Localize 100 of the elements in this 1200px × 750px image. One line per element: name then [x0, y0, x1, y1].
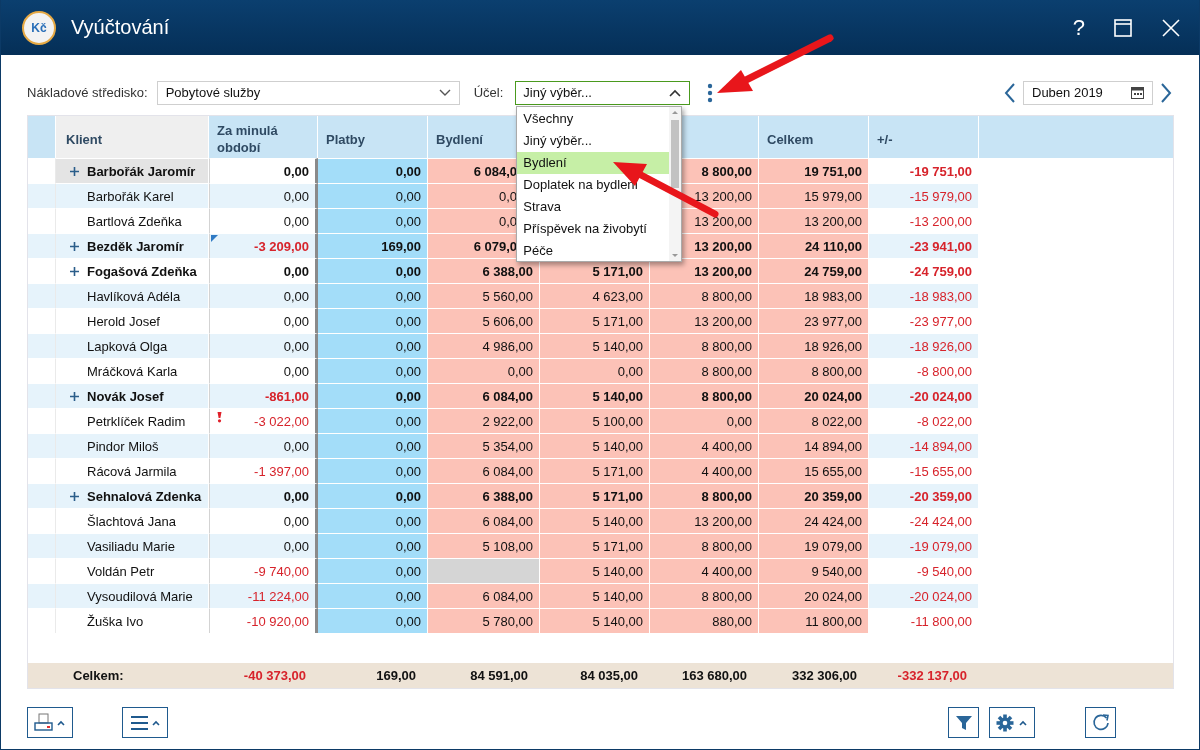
row-selector[interactable] [28, 483, 56, 508]
table-cell: 13 200,00 [759, 208, 869, 233]
purpose-label: Účel: [473, 85, 504, 100]
row-selector[interactable] [28, 158, 56, 183]
table-cell: -20 359,00 [869, 483, 979, 508]
table-cell: 0,00 [209, 333, 318, 358]
table-cell: 880,00 [650, 608, 759, 633]
row-selector[interactable] [28, 383, 56, 408]
table-cell: 5 140,00 [540, 583, 650, 608]
table-cell: 9 540,00 [759, 558, 869, 583]
date-field[interactable]: Duben 2019 [1023, 80, 1153, 105]
purpose-select[interactable]: Jiný výběr... [515, 80, 691, 105]
table-cell: 0,00 [318, 183, 428, 208]
table-cell: 8 800,00 [650, 358, 759, 383]
table-cell: 4 623,00 [540, 283, 650, 308]
table-cell: -15 979,00 [869, 183, 979, 208]
table-cell: 0,00 [209, 183, 318, 208]
refresh-icon [1090, 712, 1111, 733]
row-selector[interactable] [28, 283, 56, 308]
row-selector[interactable] [28, 433, 56, 458]
window-title: Vyúčtování [71, 16, 170, 39]
table-cell: 4 400,00 [650, 458, 759, 483]
printer-icon [34, 712, 66, 733]
print-button[interactable] [27, 707, 73, 738]
total-value: 84 035,00 [580, 668, 639, 683]
client-name: Barbořák Jaromír [87, 163, 196, 179]
maximize-icon[interactable] [1113, 17, 1133, 38]
table-cell: 8 800,00 [650, 483, 759, 508]
table-cell: -20 024,00 [869, 583, 979, 608]
row-selector[interactable] [28, 533, 56, 558]
table-cell: 0,00 [209, 358, 318, 383]
table-cell: 5 171,00 [540, 483, 650, 508]
table-cell: 20 024,00 [759, 583, 869, 608]
expand-icon[interactable] [70, 266, 79, 276]
table-cell: -19 751,00 [869, 158, 979, 183]
table-cell: 15 979,00 [759, 183, 869, 208]
table-cell: 18 983,00 [759, 283, 869, 308]
row-selector[interactable] [28, 333, 56, 358]
total-value: 332 306,00 [791, 668, 858, 683]
dropdown-option[interactable]: Bydlení [517, 151, 670, 174]
total-value: -40 373,00 [243, 668, 307, 683]
table-cell: 0,00 [540, 358, 650, 383]
expand-icon[interactable] [70, 391, 79, 401]
settings-icon [995, 712, 1029, 733]
table-cell: 18 926,00 [759, 333, 869, 358]
calendar-icon[interactable] [1131, 86, 1144, 99]
table-cell: 8 022,00 [759, 408, 869, 433]
row-selector[interactable] [28, 583, 56, 608]
client-name: Bartlová Zdeňka [87, 213, 182, 229]
table-cell: 0,00 [318, 358, 428, 383]
cost-center-select[interactable]: Pobytové služby [156, 80, 460, 105]
table-cell: 6 388,00 [428, 258, 540, 283]
table-cell: 8 800,00 [759, 358, 869, 383]
client-name: Sehnalová Zdenka [87, 488, 202, 504]
table-cell: -11 224,00 [209, 583, 318, 608]
table-cell: 0,00 [318, 283, 428, 308]
client-name: Žuška Ivo [87, 613, 144, 629]
help-button[interactable]: ? [1072, 14, 1085, 41]
row-selector[interactable] [28, 183, 56, 208]
client-name: Bezděk Jaromír [87, 238, 184, 254]
table-cell: 20 024,00 [759, 383, 869, 408]
expand-icon[interactable] [70, 166, 79, 176]
table-cell: 13 200,00 [650, 308, 759, 333]
filter-icon [954, 713, 973, 732]
client-name: Herold Josef [87, 313, 160, 329]
table-cell: 13 200,00 [650, 258, 759, 283]
table-cell: 11 800,00 [759, 608, 869, 633]
table-cell: 8 800,00 [650, 533, 759, 558]
next-icon[interactable] [1159, 81, 1173, 104]
filter-button[interactable] [948, 707, 979, 738]
table-cell: 0,00 [318, 383, 428, 408]
table-cell: 24 759,00 [759, 258, 869, 283]
more-options-icon[interactable] [707, 82, 714, 103]
table-cell: 5 606,00 [428, 308, 540, 333]
column-header[interactable]: Klient [56, 116, 209, 158]
scrollbar[interactable] [669, 106, 682, 261]
close-icon[interactable] [1161, 17, 1181, 38]
table-cell: 8 800,00 [650, 583, 759, 608]
table-cell: -18 983,00 [869, 283, 979, 308]
menu-button[interactable] [122, 707, 168, 738]
row-selector[interactable] [28, 233, 56, 258]
totals-label: Celkem: [72, 668, 124, 683]
refresh-button[interactable] [1085, 707, 1116, 738]
table-cell: 20 359,00 [759, 483, 869, 508]
table-cell: 5 108,00 [428, 533, 540, 558]
table-cell: 4 986,00 [428, 333, 540, 358]
previous-icon[interactable] [1003, 81, 1017, 104]
table-cell: 0,00 [318, 608, 428, 633]
table-cell: 0,00 [318, 558, 428, 583]
settings-button[interactable] [989, 707, 1035, 738]
expand-icon[interactable] [70, 241, 79, 251]
table-cell: 4 400,00 [650, 558, 759, 583]
table-cell: 5 171,00 [540, 308, 650, 333]
table-cell: 0,00 [318, 408, 428, 433]
expand-icon[interactable] [70, 491, 79, 501]
table-cell: 0,00 [428, 358, 540, 383]
client-name: Petrklíček Radim [87, 413, 186, 429]
table-cell: 0,00 [318, 533, 428, 558]
table-cell: -19 079,00 [869, 533, 979, 558]
table-cell: 5 780,00 [428, 608, 540, 633]
